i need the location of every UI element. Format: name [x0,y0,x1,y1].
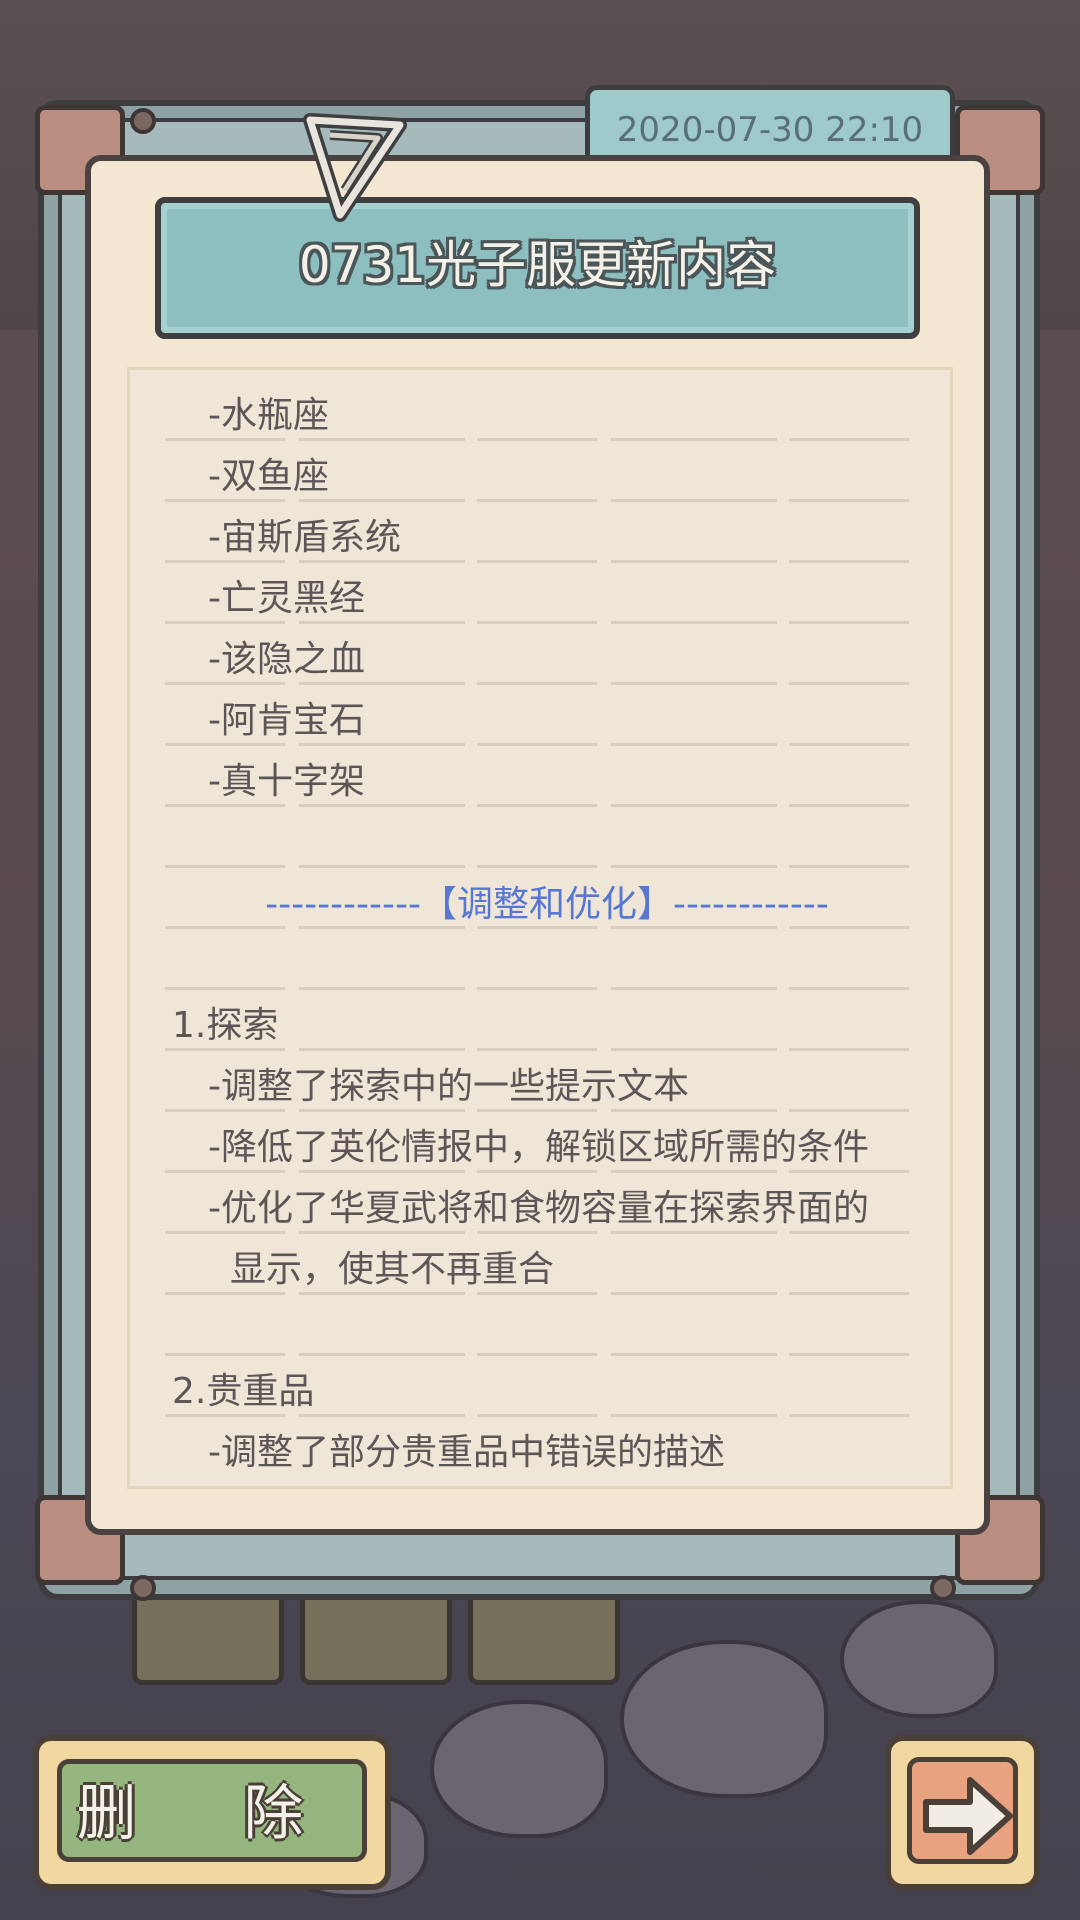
ruled-line [165,1231,917,1234]
list-item: -亡灵黑经 [208,578,365,619]
bolt-icon [130,108,156,134]
next-button-face [907,1757,1018,1864]
list-item: -调整了探索中的一些提示文本 [208,1066,689,1107]
list-item: -宙斯盾系统 [208,517,401,558]
background-rock [430,1700,608,1838]
group-heading: 2.贵重品 [172,1371,315,1412]
note-title: 0731光子服更新内容 [298,236,777,294]
delete-button-label: 删 除 [57,1759,367,1862]
group-heading: 1.探索 [172,1005,279,1046]
arrow-right-icon [923,1777,1013,1855]
list-item: -水瓶座 [208,395,329,436]
ruled-line [165,499,917,502]
list-item: -阿肯宝石 [208,700,365,741]
ruled-line [165,1048,917,1051]
background-rock [840,1600,998,1718]
bolt-icon [930,1575,956,1601]
list-item: -调整了部分贵重品中错误的描述 [208,1432,725,1473]
ruled-line [165,621,917,624]
ruled-line [165,743,917,746]
ruled-line [165,560,917,563]
ruled-line [165,1170,917,1173]
ruled-line [165,804,917,807]
bolt-icon [130,1575,156,1601]
list-item: -双鱼座 [208,456,329,497]
ruled-line [165,1414,917,1417]
delete-button[interactable]: 删 除 [33,1735,391,1890]
next-button[interactable] [885,1735,1040,1890]
ruled-line [165,1353,917,1356]
list-item: -优化了华夏武将和食物容量在探索界面的 [208,1188,869,1229]
list-item: -真十字架 [208,761,365,802]
list-item: -降低了英伦情报中，解锁区域所需的条件 [208,1127,869,1168]
ruled-line [165,438,917,441]
ruled-line [165,987,917,990]
ruled-line [165,1292,917,1295]
section-header: ------------【调整和优化】------------ [265,884,829,925]
ruled-line [165,682,917,685]
background-rock [620,1640,828,1798]
ruled-line [165,1109,917,1112]
ruled-line [165,865,917,868]
list-item: -该隐之血 [208,639,365,680]
list-item: 显示，使其不再重合 [230,1249,555,1290]
paperclip-icon [303,113,407,222]
